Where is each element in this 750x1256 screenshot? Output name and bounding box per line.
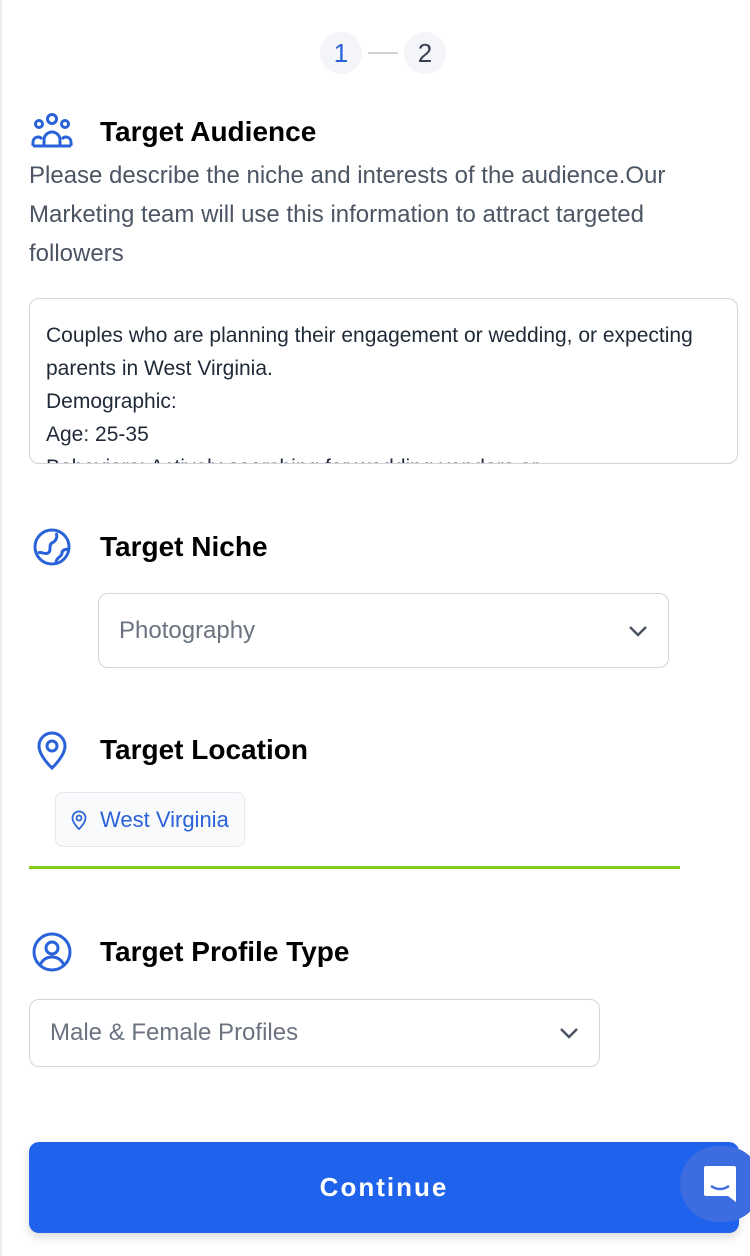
step-2[interactable]: 2 <box>404 32 446 74</box>
audience-description: Please describe the niche and interests … <box>29 162 666 267</box>
step-1[interactable]: 1 <box>320 32 362 74</box>
profile-selected: Male & Female Profiles <box>50 1019 299 1046</box>
chevron-down-icon <box>629 625 647 637</box>
continue-button[interactable]: Continue <box>29 1142 739 1233</box>
globe-icon <box>33 528 71 566</box>
niche-select[interactable]: Photography <box>98 593 669 668</box>
user-circle-icon <box>32 932 72 972</box>
niche-heading: Target Niche <box>30 525 268 569</box>
chevron-down-icon <box>560 1028 578 1039</box>
step-connector <box>368 52 398 54</box>
map-pin-icon <box>71 810 87 830</box>
location-chip-label: West Virginia <box>100 806 229 832</box>
profile-select[interactable]: Male & Female Profiles <box>29 999 600 1067</box>
chat-icon <box>704 1166 736 1202</box>
location-title: Target Location <box>100 734 308 765</box>
audience-textarea[interactable] <box>29 298 738 464</box>
audience-heading: Target Audience <box>30 110 316 154</box>
page: 1 2 Target Audience Please describe the … <box>0 0 750 1256</box>
chat-launcher-button[interactable] <box>680 1146 750 1222</box>
users-icon <box>31 113 73 148</box>
niche-title: Target Niche <box>100 531 268 562</box>
stepper: 1 2 <box>320 32 446 74</box>
location-heading: Target Location <box>30 728 308 772</box>
divider <box>29 866 680 869</box>
location-chip[interactable]: West Virginia <box>55 792 245 847</box>
profile-title: Target Profile Type <box>100 936 350 967</box>
niche-selected: Photography <box>119 616 256 644</box>
profile-heading: Target Profile Type <box>30 930 349 974</box>
audience-title: Target Audience <box>100 116 317 147</box>
map-pin-icon <box>37 731 67 771</box>
